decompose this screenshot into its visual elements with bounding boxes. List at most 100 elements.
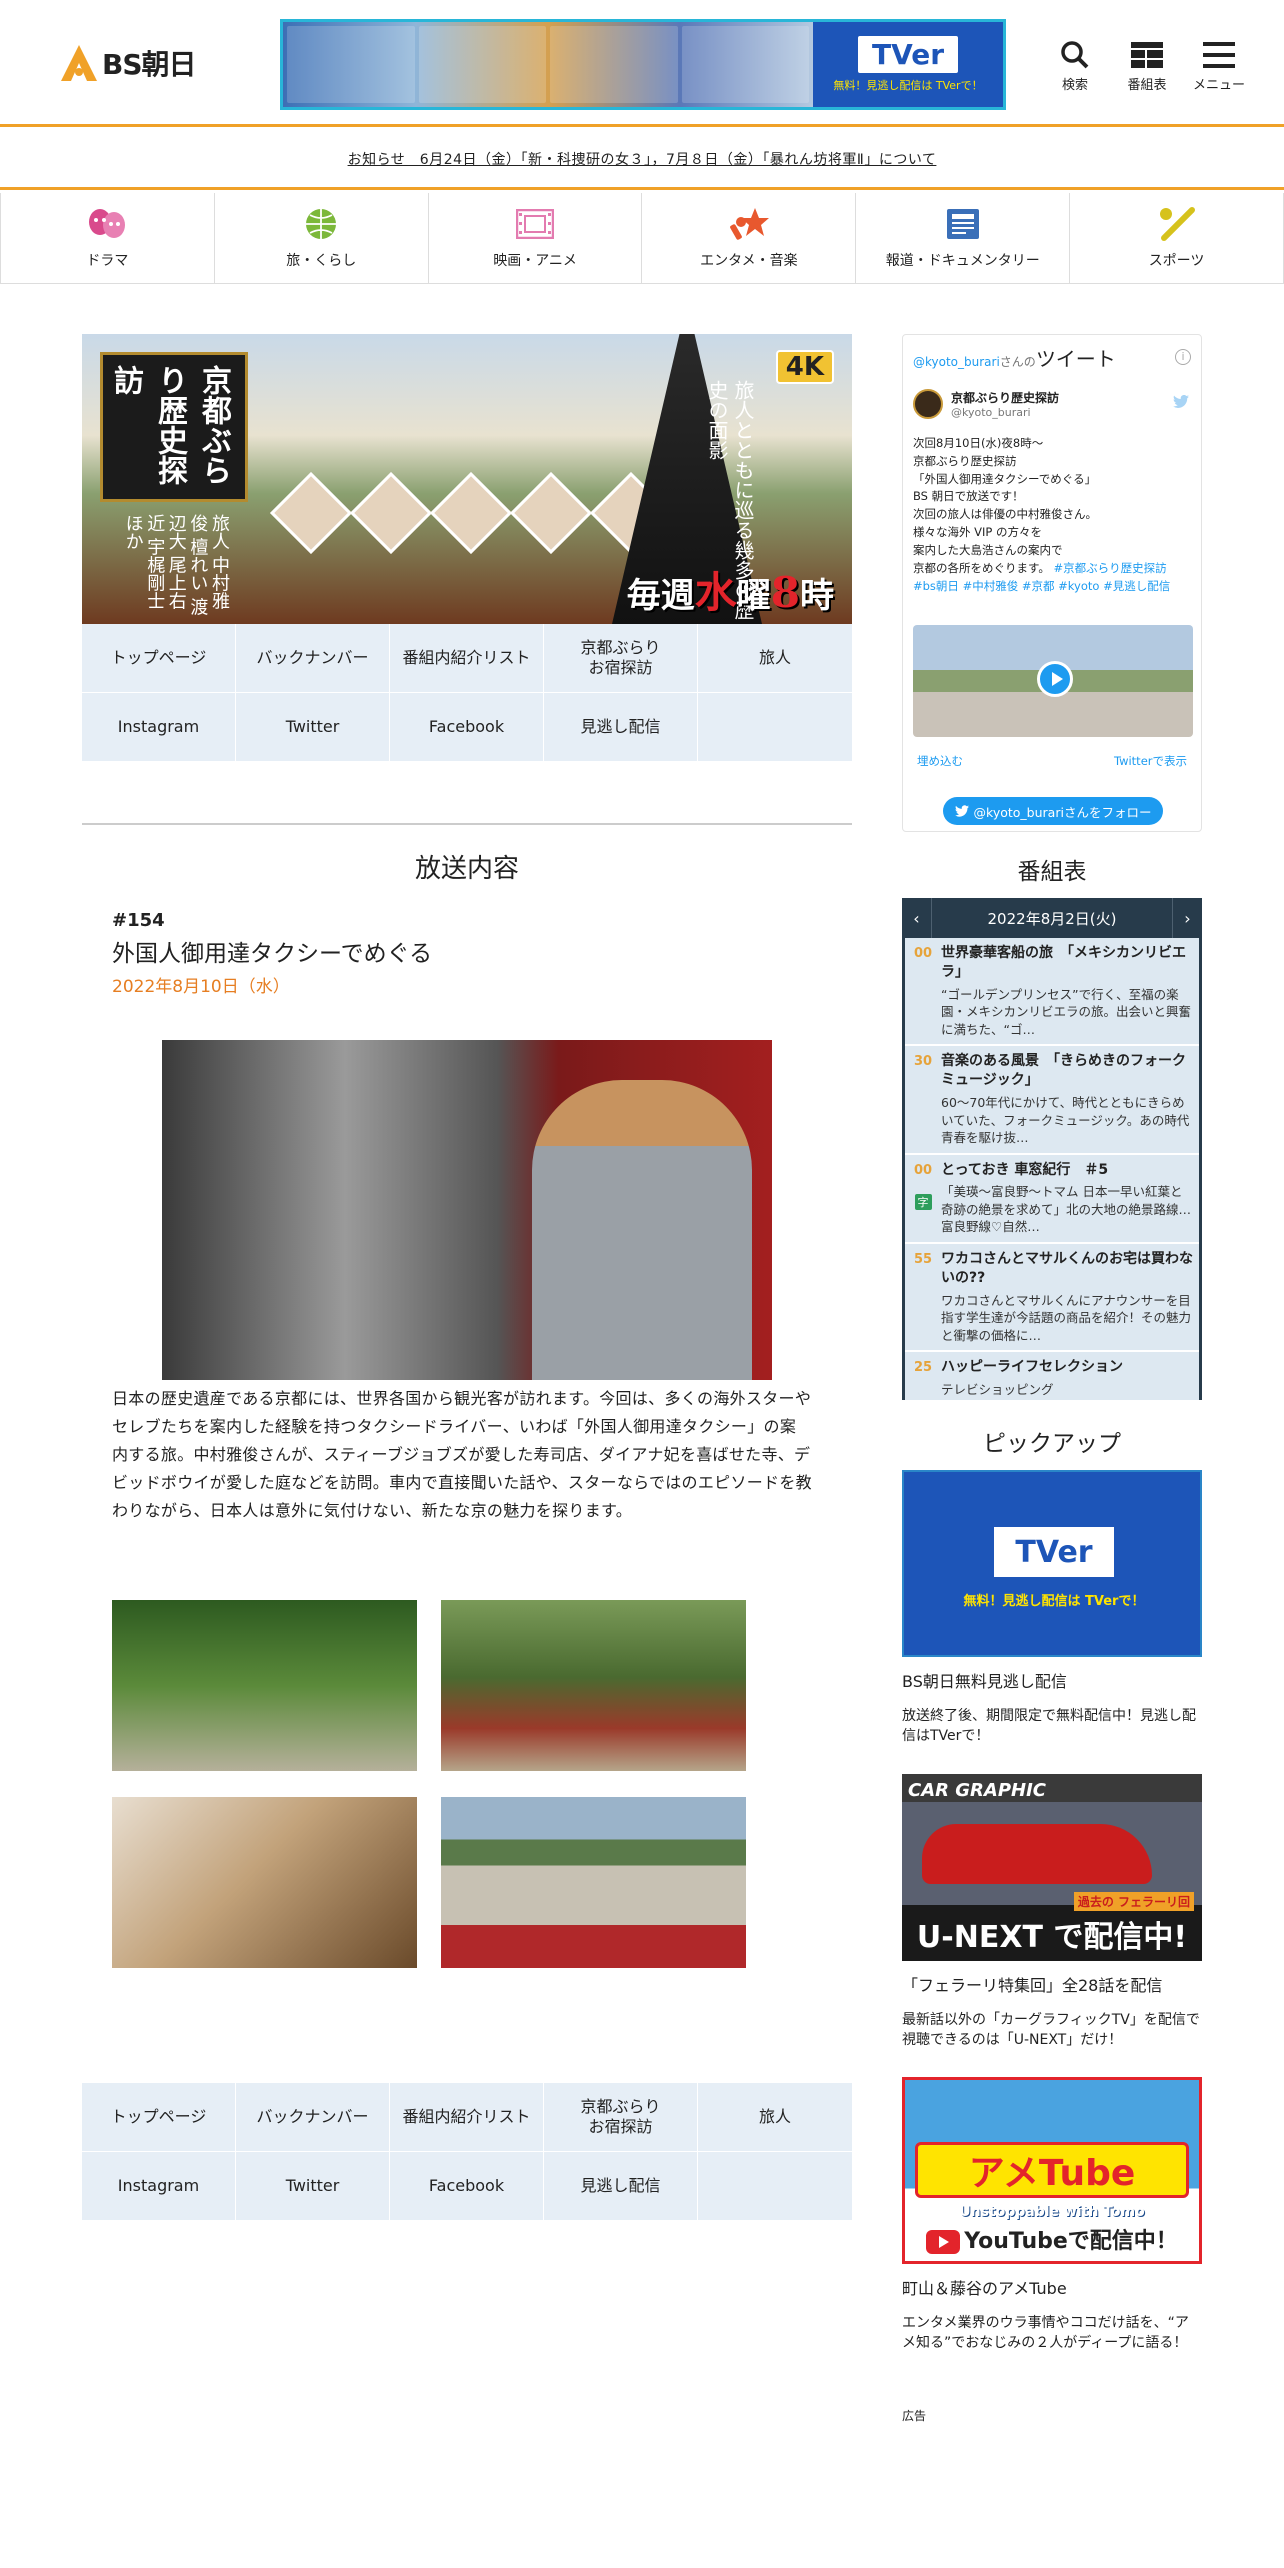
embed-link[interactable]: 埋め込む (917, 753, 963, 769)
genre-movie[interactable]: 映画・アニメ (429, 193, 643, 283)
nav-inn[interactable]: 京都ぶらり お宿探訪 (544, 2083, 698, 2152)
broadcast-heading: 放送内容 (414, 854, 519, 884)
follow-button[interactable]: @kyoto_burariさんをフォロー (943, 797, 1163, 825)
episode-number: #154 (112, 910, 165, 931)
epg-item[interactable]: 30 音楽のある風景 「きらめきのフォークミュージック」 60〜70年代にかけて、… (905, 1046, 1199, 1155)
unext-label: U-NEXT で配信中! (916, 1920, 1188, 1955)
genre-label: ドラマ (86, 253, 129, 269)
schedule-label: 番組表 (1127, 78, 1167, 93)
menu-label: メニュー (1193, 78, 1246, 93)
banner-program-images (283, 22, 813, 107)
program-nav-top: トップページ バックナンバー 番組内紹介リスト 京都ぶらり お宿探訪 旅人 In… (82, 624, 852, 762)
nav-back-number[interactable]: バックナンバー (236, 2083, 390, 2152)
globe-icon (301, 206, 341, 242)
prev-day-button[interactable]: ‹ (902, 898, 932, 938)
program-hero-image: 京都ぶらり歴史探訪 旅人 中村雅俊 檀れい 渡辺大 尾上右近 宇梶剛士 ほか 旅… (82, 334, 852, 624)
nav-instagram[interactable]: Instagram (82, 693, 236, 762)
nav-travelers[interactable]: 旅人 (698, 2083, 852, 2152)
search-button[interactable]: 検索 (1052, 38, 1098, 93)
nav-inn[interactable]: 京都ぶらり お宿探訪 (544, 624, 698, 693)
nav-top-page[interactable]: トップページ (82, 2083, 236, 2152)
nav-facebook[interactable]: Facebook (390, 2152, 544, 2221)
genre-travel[interactable]: 旅・くらし (215, 193, 429, 283)
program-title-box: 京都ぶらり歴史探訪 (100, 352, 248, 502)
hero-cast-portraits (269, 471, 673, 555)
grid-icon (1131, 38, 1163, 72)
youtube-label: YouTubeで配信中！ (905, 2223, 1199, 2255)
pickup-title[interactable]: BS朝日無料見逃し配信 (902, 1668, 1067, 1692)
nav-intro-list[interactable]: 番組内紹介リスト (390, 624, 544, 693)
next-day-button[interactable]: › (1172, 898, 1202, 938)
epg-title: ワカコさんとマサルくんのお宅は買わないの?? (941, 1250, 1193, 1286)
episode-description: 日本の歴史遺産である京都には、世界各国から観光客が訪れます。今回は、多くの海外ス… (112, 1389, 812, 1520)
genre-label: スポーツ (1148, 253, 1205, 269)
hero-schedule: 毎週水曜8時 (626, 568, 834, 617)
nav-empty (698, 2152, 852, 2221)
epg-item[interactable]: 55 ワカコさんとマサルくんのお宅は買わないの?? ワカコさんとマサルくんにアナウ… (905, 1244, 1199, 1353)
genre-news[interactable]: 報道・ドキュメンタリー (856, 193, 1071, 283)
play-icon[interactable] (1037, 661, 1073, 697)
pickup-title[interactable]: 町山＆藤谷のアメTube (902, 2275, 1067, 2299)
twitter-timeline: @kyoto_burariさんのツイート i 京都ぶらり歴史探訪 @kyoto_… (902, 334, 1202, 832)
pickup-title[interactable]: 「フェラーリ特集回」全28話を配信 (902, 1972, 1162, 1996)
baseball-bat-icon (1157, 206, 1197, 242)
search-icon (1060, 38, 1090, 72)
newspaper-icon (943, 206, 983, 242)
view-on-twitter-link[interactable]: Twitterで表示 (1114, 753, 1187, 769)
microphone-star-icon (729, 206, 769, 242)
tver-note: 無料！見逃し配信は TVerで！ (833, 79, 983, 92)
hero-cast: 旅人 中村雅俊 檀れい 渡辺大 尾上右近 宇梶剛士 ほか (122, 514, 230, 616)
nav-intro-list[interactable]: 番組内紹介リスト (390, 2083, 544, 2152)
site-logo[interactable]: BS朝日 (58, 42, 197, 84)
pickup-desc: 放送終了後、期間限定で無料配信中！見逃し配信はTVerで！ (902, 1708, 1196, 1745)
twitter-header: @kyoto_burariさんのツイート (913, 347, 1116, 371)
nav-facebook[interactable]: Facebook (390, 693, 544, 762)
nav-top-page[interactable]: トップページ (82, 624, 236, 693)
twitter-bird-icon (1173, 394, 1189, 412)
genre-sports[interactable]: スポーツ (1070, 193, 1284, 283)
tweet-user-handle: @kyoto_burari (951, 406, 1031, 419)
4k-badge: 4K (775, 350, 834, 384)
pickup-heading: ピックアップ (983, 1431, 1121, 1457)
pickup-ametube-banner[interactable]: アメTube Unstoppable with Tomo YouTubeで配信中… (902, 2077, 1202, 2264)
logo-a-icon (58, 42, 100, 84)
genre-entertainment[interactable]: エンタメ・音楽 (642, 193, 857, 283)
pickup-tver-banner[interactable]: TVer 無料！見逃し配信は TVerで！ (902, 1470, 1202, 1657)
nav-travelers[interactable]: 旅人 (698, 624, 852, 693)
tver-note: 無料！見逃し配信は TVerで！ (963, 1594, 1145, 1609)
episode-photo-rock-garden (441, 1797, 746, 1968)
nav-twitter[interactable]: Twitter (236, 693, 390, 762)
schedule-button[interactable]: 番組表 (1124, 38, 1170, 93)
info-icon[interactable]: i (1175, 349, 1191, 365)
avatar (913, 389, 943, 419)
epg-item[interactable]: 00 世界豪華客船の旅 「メキシカンリビエラ」 “ゴールデンプリンセス”で行く、至… (905, 938, 1199, 1047)
tweet-user-name: 京都ぶらり歴史探訪 (951, 391, 1060, 405)
pickup-desc: エンタメ業界のウラ事情やココだけ話を、“アメ知る”でおなじみの２人がディープに語… (902, 2315, 1189, 2352)
epg-date: 2022年8月2日(火) (987, 909, 1117, 928)
subtitle-badge: 字 (914, 1193, 932, 1210)
nav-back-number[interactable]: バックナンバー (236, 624, 390, 693)
pickup-unext-banner[interactable]: CAR GRAPHIC 過去の フェラーリ回 U-NEXT で配信中! (902, 1774, 1202, 1961)
episode-date: 2022年8月10日（水） (112, 977, 290, 997)
epg-item[interactable]: 25 ハッピーライフセレクション テレビショッピング (905, 1352, 1199, 1400)
tver-logo: TVer (994, 1527, 1114, 1577)
genre-drama[interactable]: ドラマ (0, 193, 215, 283)
notice-link[interactable]: お知らせ 6月24日（金）「新・科捜研の女３」，7月８日（金）「暴れん坊将軍Ⅱ」… (348, 149, 937, 169)
epg-list: 00 世界豪華客船の旅 「メキシカンリビエラ」 “ゴールデンプリンセス”で行く、至… (905, 938, 1199, 1400)
menu-button[interactable]: メニュー (1193, 38, 1246, 93)
program-nav-bottom: トップページ バックナンバー 番組内紹介リスト 京都ぶらり お宿探訪 旅人 In… (82, 2083, 852, 2221)
nav-catchup[interactable]: 見逃し配信 (544, 2152, 698, 2221)
nav-instagram[interactable]: Instagram (82, 2152, 236, 2221)
tweet-user[interactable]: 京都ぶらり歴史探訪 @kyoto_burari (913, 389, 1059, 419)
tweet-video[interactable] (913, 625, 1193, 737)
ad-label: 広告 (902, 2409, 927, 2423)
site-header: BS朝日 TVer 無料！見逃し配信は TVerで！ 検索 番組表 メニュー (0, 0, 1284, 127)
epg-time: 00 (913, 946, 933, 961)
nav-catchup[interactable]: 見逃し配信 (544, 693, 698, 762)
epg-item[interactable]: 00 字 とっておき 車窓紀行 ＃5 「美瑛〜富良野〜トマム 日本一早い紅葉と奇跡の… (905, 1155, 1199, 1244)
nav-empty (698, 693, 852, 762)
menu-icon (1203, 38, 1235, 72)
nav-twitter[interactable]: Twitter (236, 2152, 390, 2221)
genre-label: 旅・くらし (286, 253, 357, 269)
header-banner[interactable]: TVer 無料！見逃し配信は TVerで！ (280, 19, 1006, 110)
